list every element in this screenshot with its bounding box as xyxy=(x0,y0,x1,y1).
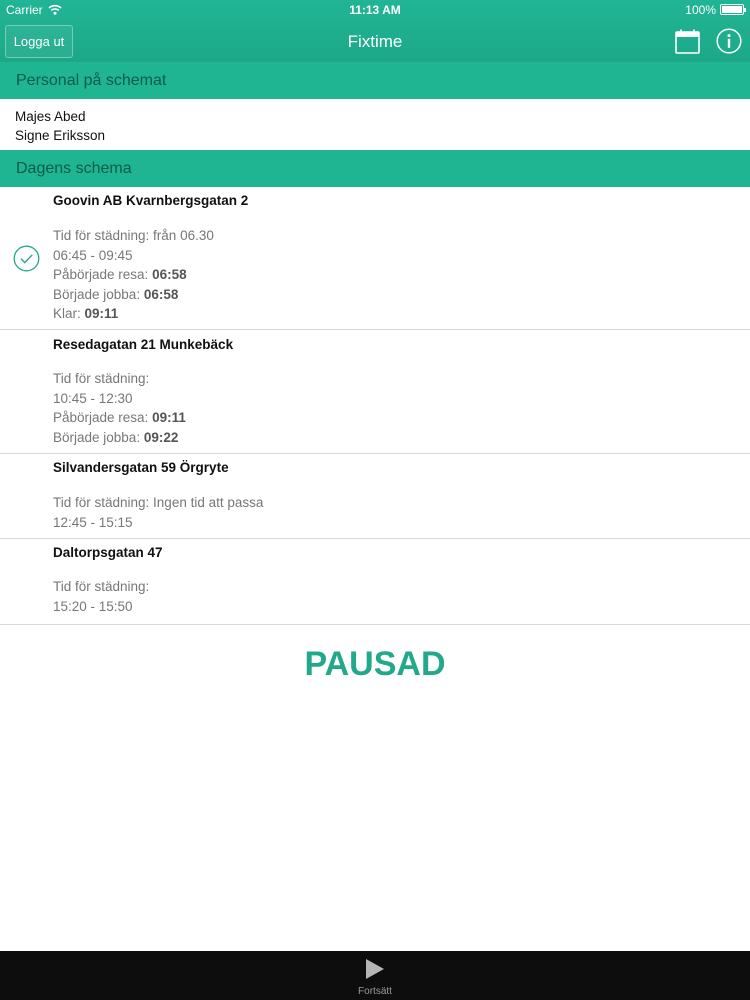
done-row: Klar: 09:11 xyxy=(53,306,119,322)
staff-name: Signe Eriksson xyxy=(15,128,106,143)
cleaning-time-label: Tid för städning: xyxy=(53,371,150,386)
navigation-bar: Carrier 11:13 AM 100% Logga ut Fixtime xyxy=(0,0,750,62)
work-started-row: Började jobba: 06:58 xyxy=(53,286,179,302)
job-title: Silvandersgatan 59 Örgryte xyxy=(53,460,229,475)
time-range: 10:45 - 12:30 xyxy=(53,390,133,406)
calendar-icon[interactable] xyxy=(675,29,700,54)
play-icon[interactable] xyxy=(365,958,385,980)
status-bar: Carrier 11:13 AM 100% xyxy=(0,0,750,20)
job-title: Daltorpsgatan 47 xyxy=(53,545,163,560)
check-icon xyxy=(13,245,40,272)
staff-name: Majes Abed xyxy=(15,109,86,124)
cleaning-time-label: Tid för städning: xyxy=(53,579,150,594)
bottom-toolbar: Fortsätt xyxy=(0,951,750,1000)
clock-label: 11:13 AM xyxy=(349,3,401,17)
schedule-section-header: Dagens schema xyxy=(0,150,750,187)
time-range: 15:20 - 15:50 xyxy=(53,598,133,614)
travel-started-row: Påbörjade resa: 09:11 xyxy=(53,410,186,426)
job-title: Resedagatan 21 Munkebäck xyxy=(53,337,234,352)
job-title: Goovin AB Kvarnbergsgatan 2 xyxy=(53,193,249,208)
cleaning-time-label: Tid för städning: från 06.30 xyxy=(53,228,214,243)
time-range: 06:45 - 09:45 xyxy=(53,247,133,263)
cleaning-time-label: Tid för städning: Ingen tid att passa xyxy=(53,495,264,510)
battery-percent: 100% xyxy=(685,3,716,17)
schedule-item[interactable]: Silvandersgatan 59 Örgryte Tid för städn… xyxy=(0,454,750,539)
schedule-item[interactable]: Daltorpsgatan 47 Tid för städning: 15:20… xyxy=(0,539,750,625)
paused-status-label: PAUSAD xyxy=(304,645,446,683)
app-title: Fixtime xyxy=(347,32,403,51)
battery-icon xyxy=(720,4,746,15)
time-range: 12:45 - 15:15 xyxy=(53,514,133,530)
schedule-item[interactable]: Resedagatan 21 Munkebäck Tid för städnin… xyxy=(0,330,750,454)
staff-list: Majes Abed Signe Eriksson xyxy=(15,107,105,145)
staff-section-header: Personal på schemat xyxy=(0,62,750,99)
schedule-item[interactable]: Goovin AB Kvarnbergsgatan 2 Tid för städ… xyxy=(0,187,750,330)
info-icon[interactable] xyxy=(716,28,742,54)
travel-started-row: Påbörjade resa: 06:58 xyxy=(53,267,187,283)
continue-button-label[interactable]: Fortsätt xyxy=(0,986,750,997)
work-started-row: Började jobba: 09:22 xyxy=(53,429,179,445)
